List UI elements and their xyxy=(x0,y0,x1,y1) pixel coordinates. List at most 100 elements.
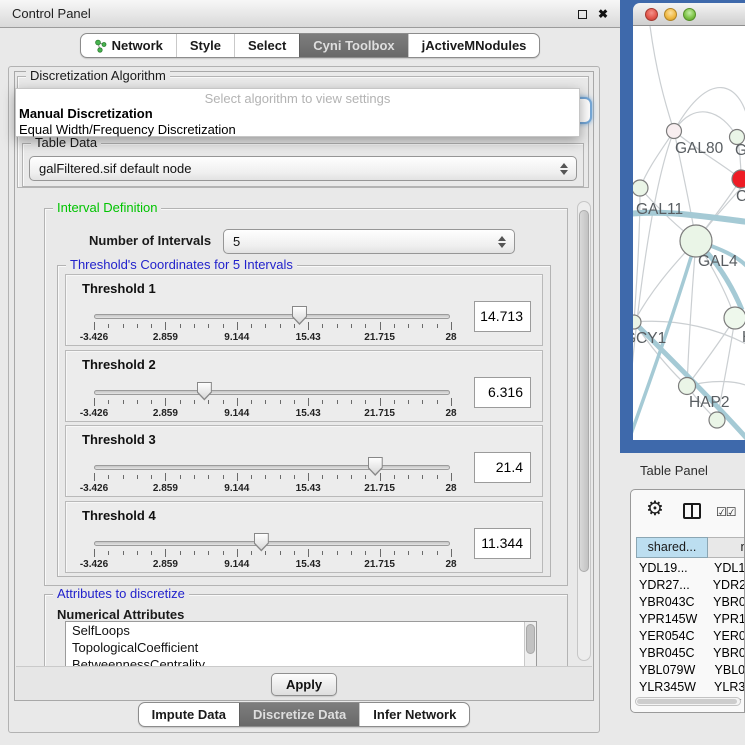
table-row[interactable]: YDR27...YDR2 xyxy=(636,577,744,594)
node-label-hap2: HAP2 xyxy=(689,394,730,411)
node-gal80[interactable] xyxy=(667,124,682,139)
slider-track[interactable] xyxy=(94,465,450,470)
slider-ticks xyxy=(94,549,451,558)
table-row[interactable]: YBR043CYBR0 xyxy=(636,594,744,611)
table-row[interactable]: YBL079WYBL0 xyxy=(636,662,744,679)
attributes-section: Attributes to discretize Numerical Attri… xyxy=(44,594,568,666)
slider-scale-labels: -3.4262.8599.14415.4321.71528 xyxy=(94,332,451,344)
table-data-section: Table Data galFiltered.sif default node xyxy=(22,143,584,187)
close-icon[interactable]: ✖ xyxy=(598,0,608,28)
network-canvas[interactable]: GAL80 GA C GAL11 GAL4 H GCY1 HAP2 xyxy=(633,26,745,440)
node-hap2[interactable] xyxy=(679,378,696,395)
table-window: ⚙ ☑☑ shared... na YDL19...YDL1YDR27...YD… xyxy=(630,489,745,713)
threshold-value-field[interactable]: 14.713 xyxy=(474,301,531,332)
threshold-value-field[interactable]: 6.316 xyxy=(474,377,531,408)
threshold-label: Threshold 3 xyxy=(82,432,156,447)
select-columns-checkboxes-icon[interactable]: ☑☑ xyxy=(716,505,736,519)
column-header-shared-name[interactable]: shared... xyxy=(636,537,708,558)
tab-discretize-data[interactable]: Discretize Data xyxy=(239,703,359,726)
node-gcy1[interactable] xyxy=(633,315,641,329)
table-row[interactable]: YPR145WYPR1 xyxy=(636,611,744,628)
network-icon xyxy=(94,39,107,53)
threshold-label: Threshold 4 xyxy=(82,508,156,523)
table-panel-header: Table Panel xyxy=(620,453,745,489)
top-tabbar: NetworkStyleSelectCyni ToolboxjActiveMNo… xyxy=(0,33,620,58)
numerical-attributes-list[interactable]: SelfLoopsTopologicalCoefficientBetweenne… xyxy=(65,621,537,666)
table-row[interactable]: YLR345WYLR3 xyxy=(636,679,744,696)
combo-stepper-icon xyxy=(560,157,568,180)
slider-track[interactable] xyxy=(94,541,450,546)
threshold-panel-3: Threshold 3 -3.4262.8599.14415.4321.71528… xyxy=(65,425,543,497)
discretization-content: Discretization Algorithm Table Data galF… xyxy=(14,71,594,701)
node-h[interactable] xyxy=(724,307,745,329)
screen: Control Panel ✖ NetworkStyleSelectCyni T… xyxy=(0,0,745,745)
minimize-traffic-light[interactable] xyxy=(664,8,677,21)
attribute-list-item[interactable]: BetweennessCentrality xyxy=(66,656,536,666)
interval-definition-label: Interval Definition xyxy=(53,201,161,215)
zoom-traffic-light[interactable] xyxy=(683,8,696,21)
table-row[interactable]: YBR045CYBR0 xyxy=(636,645,744,662)
algorithm-section-label: Discretization Algorithm xyxy=(26,69,170,83)
tab-network[interactable]: Network xyxy=(81,34,176,57)
node-label-red: C xyxy=(736,188,745,205)
slider-scale-labels: -3.4262.8599.14415.4321.71528 xyxy=(94,559,451,571)
thresholds-section: Threshold's Coordinates for 5 Intervals … xyxy=(57,265,551,577)
node-red-selected[interactable] xyxy=(732,170,745,188)
node-bottom[interactable] xyxy=(709,412,725,428)
number-of-intervals-combobox[interactable]: 5 xyxy=(223,229,515,254)
network-window-titlebar[interactable] xyxy=(633,3,745,26)
table-panel-title: Table Panel xyxy=(640,463,708,478)
tab-style[interactable]: Style xyxy=(176,34,234,57)
close-traffic-light[interactable] xyxy=(645,8,658,21)
algorithm-dropdown-popup: Select algorithm to view settings Manual… xyxy=(15,88,580,137)
interval-definition-section: Interval Definition Number of Intervals … xyxy=(44,208,568,586)
split-columns-icon[interactable] xyxy=(683,503,701,519)
slider-track[interactable] xyxy=(94,314,450,319)
slider-track[interactable] xyxy=(94,390,450,395)
gear-icon[interactable]: ⚙ xyxy=(646,498,664,520)
node-label-gal11: GAL11 xyxy=(636,201,683,218)
node-label-top-right: GA xyxy=(735,142,745,159)
apply-band: Apply xyxy=(16,666,592,700)
table-row[interactable]: YDL19...YDL1 xyxy=(636,560,744,577)
tab-infer-network[interactable]: Infer Network xyxy=(359,703,469,726)
attribute-list-item[interactable]: TopologicalCoefficient xyxy=(66,639,536,656)
attributes-list-scrollbar[interactable] xyxy=(524,622,536,666)
panel-title: Control Panel xyxy=(12,0,91,28)
dropdown-option[interactable]: Equal Width/Frequency Discretization xyxy=(19,122,576,138)
apply-button[interactable]: Apply xyxy=(271,673,337,696)
node-label-gcy1: GCY1 xyxy=(633,330,666,347)
cyni-toolbox-panel: Discretization Algorithm Table Data galF… xyxy=(8,66,600,733)
table-horizontal-scrollbar[interactable] xyxy=(635,697,741,706)
tab-select[interactable]: Select xyxy=(234,34,299,57)
node-label-gal80: GAL80 xyxy=(675,140,724,157)
tab-cyni-toolbox[interactable]: Cyni Toolbox xyxy=(299,34,407,57)
thresholds-section-label: Threshold's Coordinates for 5 Intervals xyxy=(66,258,297,272)
table-row[interactable]: YER054CYER0 xyxy=(636,628,744,645)
tab-jactivemnodules[interactable]: jActiveMNodules xyxy=(408,34,540,57)
settings-scrollbar[interactable] xyxy=(577,201,591,661)
dropdown-option[interactable]: Manual Discretization xyxy=(19,106,576,122)
settings-scroll-panel: Interval Definition Number of Intervals … xyxy=(16,196,592,666)
combo-stepper-icon xyxy=(498,230,506,253)
node-gal11[interactable] xyxy=(633,180,648,196)
threshold-value-field[interactable]: 21.4 xyxy=(474,452,531,483)
column-header-name[interactable]: na xyxy=(708,537,745,558)
threshold-panel-1: Threshold 1 -3.4262.8599.14415.4321.71528… xyxy=(65,274,543,346)
attribute-list-item[interactable]: SelfLoops xyxy=(66,622,536,639)
float-window-icon[interactable] xyxy=(578,10,587,19)
slider-ticks xyxy=(94,398,451,407)
table-rows: YDL19...YDL1YDR27...YDR2YBR043CYBR0YPR14… xyxy=(636,560,744,700)
bottom-tabbar: Impute DataDiscretize DataInfer Network xyxy=(9,702,599,727)
table-data-combobox[interactable]: galFiltered.sif default node xyxy=(29,156,577,181)
numerical-attributes-label: Numerical Attributes xyxy=(57,607,184,622)
slider-scale-labels: -3.4262.8599.14415.4321.71528 xyxy=(94,483,451,495)
threshold-value-field[interactable]: 11.344 xyxy=(474,528,531,559)
table-header-row: shared... na xyxy=(636,537,745,558)
slider-ticks xyxy=(94,322,451,331)
tab-impute-data[interactable]: Impute Data xyxy=(139,703,239,726)
control-panel-titlebar: Control Panel ✖ xyxy=(0,0,620,28)
threshold-label: Threshold 1 xyxy=(82,281,156,296)
number-of-intervals-label: Number of Intervals xyxy=(89,233,211,248)
threshold-panel-2: Threshold 2-3.4262.8599.14415.4321.71528… xyxy=(65,350,543,422)
